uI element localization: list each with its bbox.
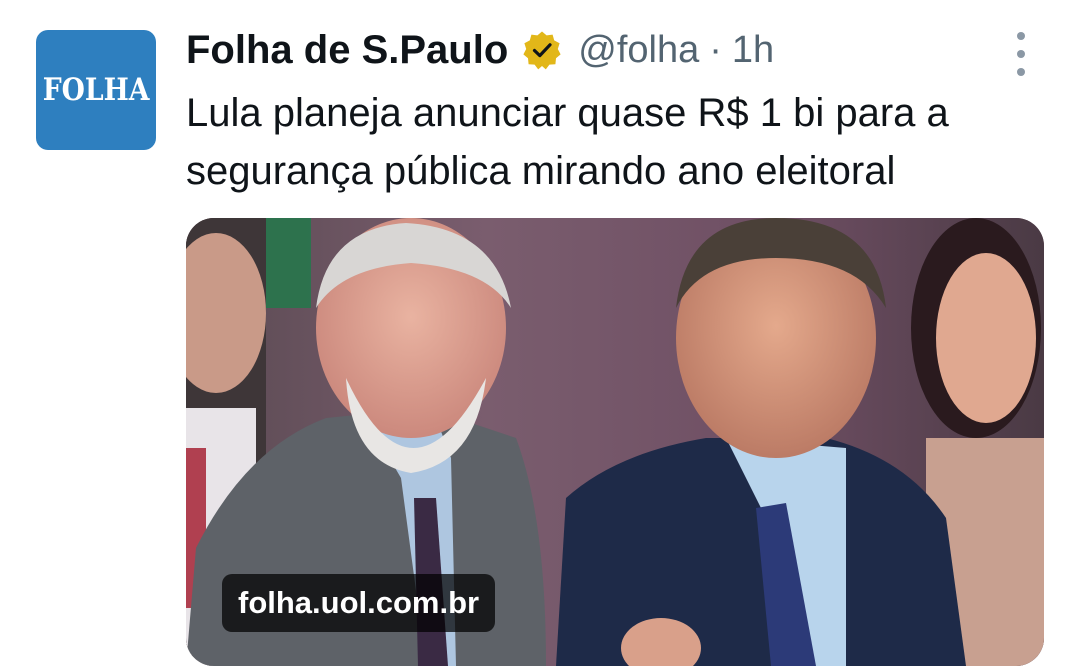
tweet-card[interactable]: FOLHA Folha de S.Paulo @folha · 1h Lula … [0, 0, 1080, 668]
more-dot [1017, 68, 1025, 76]
user-handle[interactable]: @folha [578, 29, 699, 72]
tweet-text: Lula planeja anunciar quase R$ 1 bi para… [186, 91, 949, 193]
tweet-header: Folha de S.Paulo @folha · 1h [186, 24, 774, 76]
verified-badge-icon [523, 31, 561, 70]
avatar-logo-text: FOLHA [42, 72, 150, 108]
timestamp[interactable]: 1h [732, 29, 774, 72]
separator-dot: · [709, 28, 722, 71]
more-dot [1017, 32, 1025, 40]
display-name[interactable]: Folha de S.Paulo [186, 28, 508, 73]
tweet-media-photo[interactable]: folha.uol.com.br [186, 218, 1044, 666]
avatar[interactable]: FOLHA [36, 30, 156, 150]
more-dot [1017, 50, 1025, 58]
more-options-icon[interactable] [1004, 32, 1038, 76]
link-domain-badge[interactable]: folha.uol.com.br [222, 574, 496, 632]
